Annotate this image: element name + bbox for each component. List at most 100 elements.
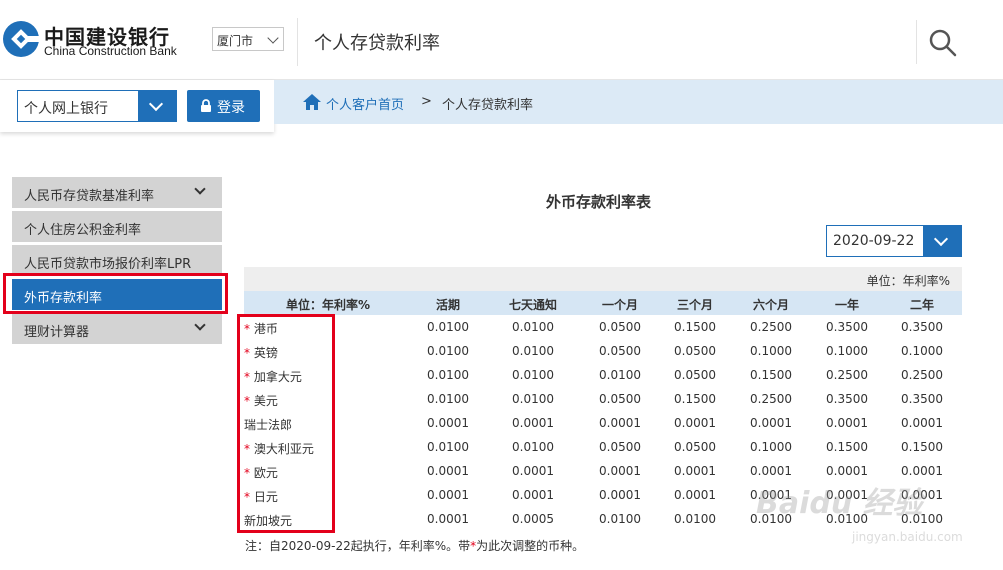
rate-cell: 0.0100 [599, 368, 641, 382]
rate-cell: 0.2500 [750, 320, 792, 334]
rate-cell: 0.0100 [427, 344, 469, 358]
logo-english-name: China Construction Bank [44, 44, 177, 58]
rate-cell: 0.0001 [901, 416, 943, 430]
rate-cell: 0.0001 [512, 464, 554, 478]
table-row: * 澳大利亚元 0.0100 0.0100 0.0500 0.0500 0.1000 0.1… [244, 435, 962, 459]
login-button[interactable]: 登录 [187, 90, 260, 122]
site-header: 中国建设银行 China Construction Bank 厦门市 个人存贷款… [0, 0, 1003, 80]
rate-cell: 0.0100 [512, 392, 554, 406]
rate-cell: 0.3500 [901, 392, 943, 406]
rate-cell: 0.3500 [826, 392, 868, 406]
login-button-label: 登录 [217, 100, 245, 116]
sidebar-item-rmb-benchmark-rate[interactable]: 人民币存贷款基准利率 [12, 177, 222, 208]
date-select[interactable]: 2020-09-22 [826, 225, 962, 257]
chevron-down-icon [148, 96, 164, 112]
column-header: 三个月 [676, 298, 713, 312]
date-select-value: 2020-09-22 [833, 233, 915, 249]
rate-cell: 0.0100 [512, 344, 554, 358]
rate-cell: 0.0500 [599, 392, 641, 406]
rate-cell: 0.0500 [674, 368, 716, 382]
column-header: 六个月 [752, 298, 789, 312]
online-banking-dropdown-button[interactable] [138, 91, 176, 121]
rate-cell: 0.0100 [512, 320, 554, 334]
chevron-down-icon [194, 183, 206, 195]
table-row: * 美元 0.0100 0.0100 0.0500 0.1500 0.2500 0.3500… [244, 387, 962, 411]
rate-cell: 0.0001 [512, 488, 554, 502]
rate-cell: 0.0001 [427, 416, 469, 430]
rate-cell: 0.0001 [826, 416, 868, 430]
rate-cell: 0.1000 [750, 344, 792, 358]
rate-cell: 0.0100 [427, 320, 469, 334]
header-divider [916, 20, 917, 64]
rate-cell: 0.0001 [674, 488, 716, 502]
sidebar-nav: 人民币存贷款基准利率 个人住房公积金利率 人民币贷款市场报价利率LPR 外币存款… [12, 177, 222, 347]
page-title: 个人存贷款利率 [314, 33, 440, 54]
rate-cell: 0.0100 [512, 368, 554, 382]
rate-cell: 0.1000 [826, 344, 868, 358]
home-icon[interactable] [302, 93, 322, 111]
rate-cell: 0.3500 [826, 320, 868, 334]
table-row: * 港币 0.0100 0.0100 0.0500 0.1500 0.2500 0.3500… [244, 315, 962, 339]
column-header: 一年 [834, 298, 859, 312]
rate-cell: 0.0001 [750, 416, 792, 430]
sidebar-item-lpr[interactable]: 人民币贷款市场报价利率LPR [12, 245, 222, 276]
column-header: 活期 [435, 298, 460, 312]
sidebar-item-label: 人民币存贷款基准利率 [24, 189, 155, 204]
rate-cell: 0.0001 [826, 464, 868, 478]
table-header: 单位：年利率% 活期 七天通知 一个月 三个月 六个月 一年 二年 [244, 291, 962, 315]
sidebar-item-label: 人民币贷款市场报价利率LPR [24, 257, 192, 272]
rate-cell: 0.0100 [427, 440, 469, 454]
rate-cell: 0.0100 [599, 512, 641, 526]
rate-cell: 0.0500 [599, 440, 641, 454]
rate-cell: 0.0500 [599, 344, 641, 358]
sidebar-item-housing-fund-rate[interactable]: 个人住房公积金利率 [12, 211, 222, 242]
unit-bar: 单位：年利率% [244, 267, 962, 291]
header-divider [297, 18, 298, 66]
rate-cell: 0.0001 [427, 512, 469, 526]
annotation-highlight-box [237, 314, 335, 533]
annotation-highlight-box [3, 273, 228, 314]
sidebar-item-label: 个人住房公积金利率 [24, 223, 142, 238]
city-select-value: 厦门市 [217, 34, 254, 48]
rate-cell: 0.1500 [750, 368, 792, 382]
lock-icon [201, 99, 211, 112]
rate-cell: 0.0500 [674, 440, 716, 454]
breadcrumb-home-link[interactable]: 个人客户首页 [326, 94, 404, 113]
rate-cell: 0.3500 [901, 320, 943, 334]
rate-cell: 0.2500 [901, 368, 943, 382]
ccb-logo[interactable]: 中国建设银行 China Construction Bank [2, 20, 202, 64]
table-row: 瑞士法郎 0.0001 0.0001 0.0001 0.0001 0.0001 0.0001… [244, 411, 962, 435]
rate-cell: 0.1500 [674, 320, 716, 334]
rate-cell: 0.0001 [427, 488, 469, 502]
rate-cell: 0.2500 [750, 392, 792, 406]
column-header: 二年 [909, 298, 934, 312]
column-header: 单位：年利率% [285, 298, 371, 312]
column-header: 七天通知 [508, 298, 557, 312]
search-button[interactable] [928, 28, 958, 58]
sidebar-item-label: 理财计算器 [24, 325, 90, 340]
rate-cell: 0.0001 [427, 464, 469, 478]
chevron-down-icon [194, 319, 206, 331]
breadcrumb: 个人客户首页 > 个人存贷款利率 [274, 80, 1003, 124]
ccb-logo-icon [3, 21, 40, 57]
rate-cell: 0.0001 [674, 464, 716, 478]
city-select[interactable]: 厦门市 [212, 27, 284, 51]
table-row: * 英镑 0.0100 0.0100 0.0500 0.0500 0.1000 0.1000… [244, 339, 962, 363]
login-panel: 个人网上银行 登录 [0, 80, 274, 132]
watermark-url: jingyan.baidu.com [852, 530, 963, 544]
rate-cell: 0.0001 [674, 416, 716, 430]
watermark-logo: Baidu 经验 [756, 486, 923, 521]
rate-cell: 0.1000 [750, 440, 792, 454]
rate-cell: 0.0500 [599, 320, 641, 334]
online-banking-select[interactable]: 个人网上银行 [17, 90, 177, 122]
sidebar-item-finance-calculator[interactable]: 理财计算器 [12, 313, 222, 344]
online-banking-select-value: 个人网上银行 [24, 101, 108, 117]
rate-table-title: 外币存款利率表 [546, 193, 652, 211]
rate-cell: 0.0001 [901, 464, 943, 478]
rate-cell: 0.1500 [674, 392, 716, 406]
rate-cell: 0.0005 [512, 512, 554, 526]
date-dropdown-button[interactable] [923, 226, 961, 256]
rate-cell: 0.0100 [427, 392, 469, 406]
footnote-prefix: 注：自2020-09-22起执行，年利率%。带 [245, 539, 471, 553]
rate-cell: 0.0100 [512, 440, 554, 454]
